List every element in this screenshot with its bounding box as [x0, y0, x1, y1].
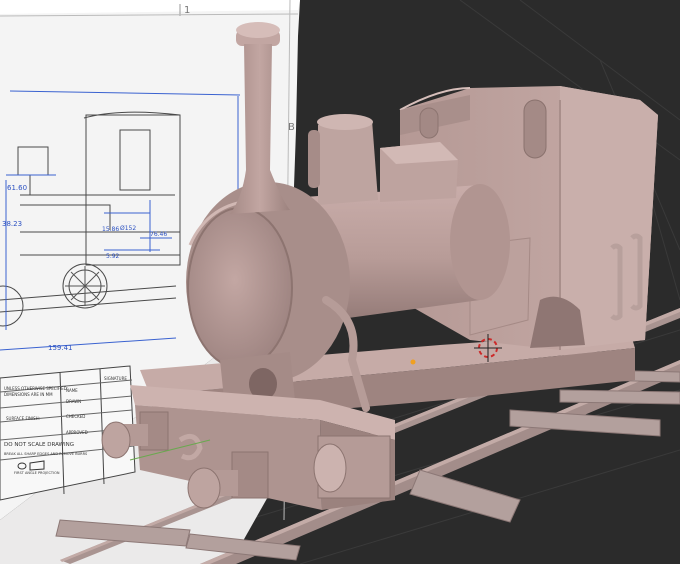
dim-label-4: Ø152 [120, 225, 136, 232]
dim-label-3: 15.86 [102, 226, 119, 233]
title-break-edges: BREAK ALL SHARP EDGES AND REMOVE BURRS [4, 452, 88, 456]
title-do-not-scale: DO NOT SCALE DRAWING [4, 442, 74, 448]
axle-box[interactable] [313, 435, 391, 499]
cab-window-right [523, 99, 547, 159]
viewport-scene[interactable]: 1 B 61.60 38.23 15.86 Ø152 5.92 76.46 15… [0, 0, 680, 564]
smokebox-door[interactable] [187, 207, 293, 369]
sand-box[interactable] [380, 142, 458, 202]
steam-dome[interactable] [308, 114, 378, 205]
dim-label-1: 61.60 [7, 184, 27, 192]
sheet-column-number: 1 [184, 5, 190, 16]
wheel-spokes [65, 266, 105, 306]
dim-label-6: 76.46 [150, 231, 167, 238]
object-origin-icon[interactable] [410, 359, 416, 365]
dim-label-7: 159.41 [48, 344, 73, 352]
title-notes-line1: UNLESS OTHERWISE SPECIFIED: [4, 386, 68, 391]
title-signature-label: SIGNATURE [104, 376, 127, 381]
title-checked-label: CHECKED [66, 414, 85, 419]
title-surface-finish: SURFACE FINISH: [6, 416, 40, 421]
title-name-label: NAME [66, 388, 78, 393]
smokebox[interactable] [186, 182, 350, 382]
cab-window-left [419, 107, 439, 139]
sheet-row-letter: B [288, 122, 295, 133]
dim-label-2: 38.23 [2, 220, 22, 228]
title-drawn-label: DRAWN [66, 399, 81, 404]
3d-viewport[interactable]: 1 B 61.60 38.23 15.86 Ø152 5.92 76.46 15… [0, 0, 680, 564]
dim-label-5: 5.92 [106, 253, 120, 260]
title-projection: FIRST ANGLE PROJECTION [14, 471, 60, 475]
title-approved-label: APPROVED [66, 430, 88, 435]
title-notes-line2: DIMENSIONS ARE IN MM [4, 392, 53, 397]
